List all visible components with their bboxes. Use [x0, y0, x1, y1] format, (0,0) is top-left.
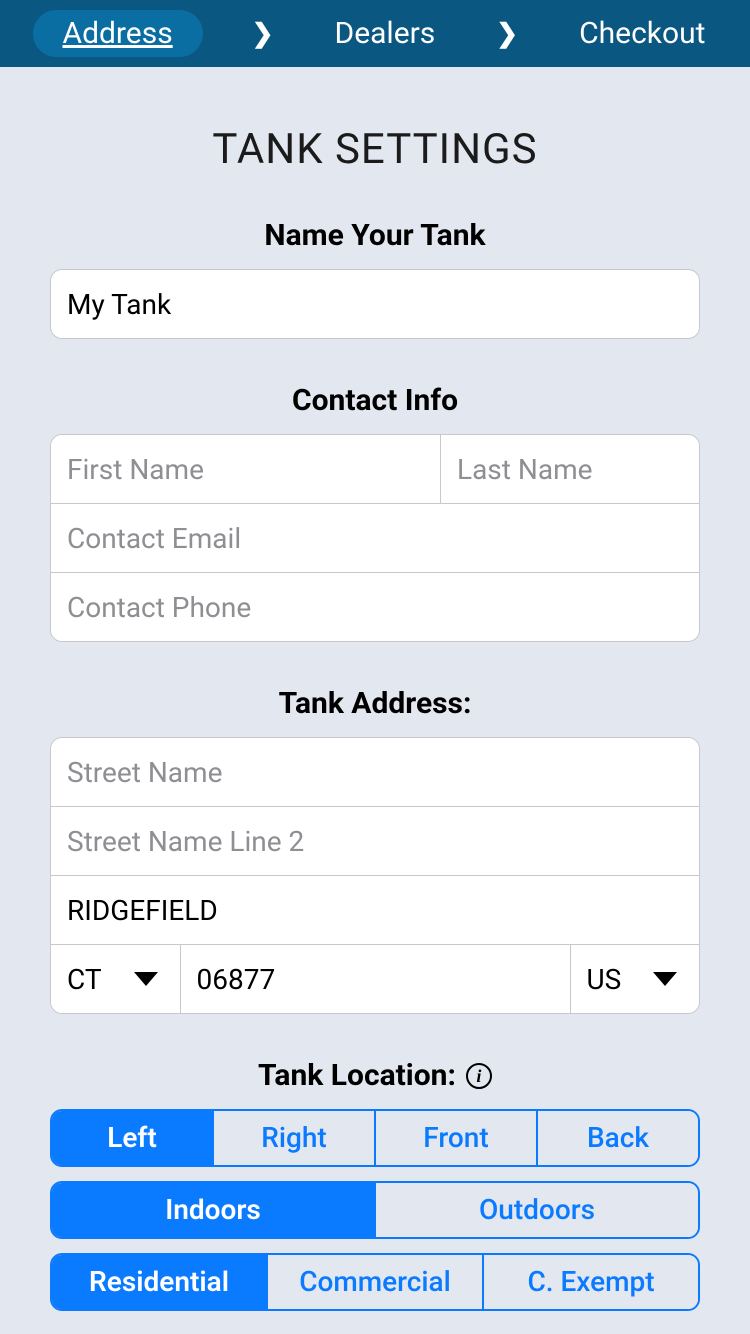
street2-field[interactable]	[51, 807, 699, 875]
seg-inout: Indoors Outdoors	[50, 1181, 700, 1239]
heading-contact: Contact Info	[50, 383, 700, 418]
seg-commercial[interactable]: Commercial	[266, 1255, 482, 1309]
page-body: TANK SETTINGS Name Your Tank Contact Inf…	[0, 67, 750, 1334]
seg-side-back[interactable]: Back	[536, 1111, 698, 1165]
step-checkout[interactable]: Checkout	[567, 10, 717, 57]
page-title: TANK SETTINGS	[50, 125, 700, 174]
group-address: CT US	[50, 737, 700, 1014]
breadcrumb-stepper: Address ❯ Dealers ❯ Checkout	[0, 0, 750, 67]
state-select[interactable]: CT	[51, 945, 180, 1013]
step-label: Dealers	[335, 16, 436, 51]
seg-side-left[interactable]: Left	[52, 1111, 212, 1165]
step-label: Address	[63, 16, 173, 51]
heading-address: Tank Address:	[50, 686, 700, 721]
heading-location-label: Tank Location:	[258, 1058, 456, 1093]
chevron-right-icon: ❯	[252, 19, 274, 49]
seg-indoors[interactable]: Indoors	[52, 1183, 374, 1237]
state-value: CT	[51, 963, 134, 996]
seg-cexempt[interactable]: C. Exempt	[482, 1255, 698, 1309]
seg-side: Left Right Front Back	[50, 1109, 700, 1167]
heading-location: Tank Location: i	[50, 1058, 700, 1093]
street1-field[interactable]	[51, 738, 699, 806]
tank-name-field[interactable]	[51, 270, 699, 338]
chevron-down-icon	[653, 972, 677, 986]
seg-outdoors[interactable]: Outdoors	[374, 1183, 698, 1237]
country-select[interactable]: US	[570, 945, 700, 1013]
contact-phone-field[interactable]	[51, 573, 699, 641]
heading-name-tank: Name Your Tank	[50, 218, 700, 253]
seg-residential[interactable]: Residential	[52, 1255, 266, 1309]
first-name-field[interactable]	[51, 435, 440, 503]
seg-side-right[interactable]: Right	[212, 1111, 374, 1165]
group-name-tank	[50, 269, 700, 339]
step-label: Checkout	[579, 16, 705, 51]
last-name-field[interactable]	[440, 435, 700, 503]
seg-side-front[interactable]: Front	[374, 1111, 536, 1165]
city-field[interactable]	[51, 876, 699, 944]
step-address[interactable]: Address	[33, 10, 203, 57]
zip-field[interactable]	[180, 945, 570, 1013]
country-value: US	[571, 963, 654, 996]
group-contact	[50, 434, 700, 642]
info-icon[interactable]: i	[466, 1063, 492, 1089]
chevron-down-icon	[134, 972, 158, 986]
seg-type: Residential Commercial C. Exempt	[50, 1253, 700, 1311]
step-dealers[interactable]: Dealers	[323, 10, 448, 57]
chevron-right-icon: ❯	[496, 19, 518, 49]
contact-email-field[interactable]	[51, 504, 699, 572]
